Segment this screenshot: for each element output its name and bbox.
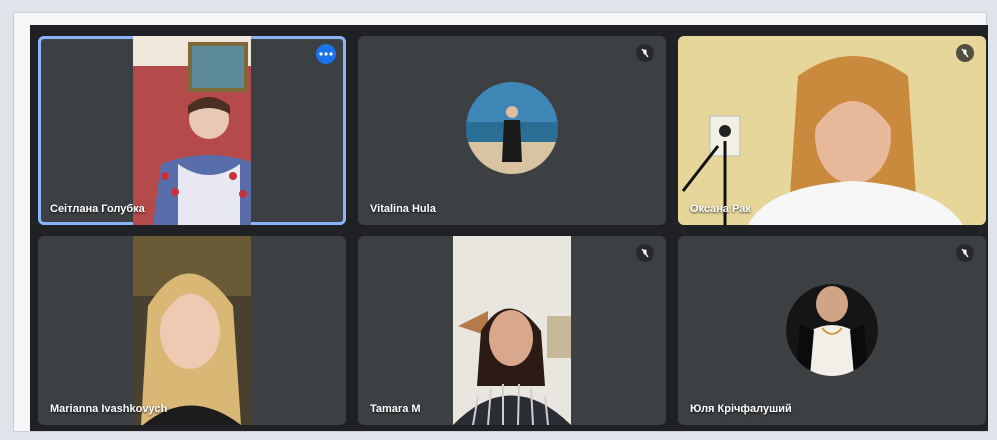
participant-avatar <box>466 82 558 174</box>
participant-name: Marianna Ivashkovych <box>50 403 168 415</box>
mic-off-icon <box>636 244 654 262</box>
mic-off-icon <box>636 44 654 62</box>
participant-video <box>133 236 251 425</box>
participant-name: Юля Крічфалуший <box>690 403 792 415</box>
participant-name: Tamara M <box>370 403 421 415</box>
participant-video <box>453 236 571 425</box>
participant-name: Сеітлана Голубка <box>50 203 145 215</box>
participant-name: Оксана Рак <box>690 203 751 215</box>
mic-off-icon <box>956 244 974 262</box>
participant-video <box>678 36 986 225</box>
participant-tile[interactable]: Marianna Ivashkovych <box>38 236 346 425</box>
participant-tile[interactable]: Оксана Рак <box>678 36 986 225</box>
participant-name: Vitalina Hula <box>370 203 436 215</box>
participant-tile[interactable]: Vitalina Hula <box>358 36 666 225</box>
participant-tile[interactable]: Сеітлана Голубка <box>38 36 346 225</box>
more-options-icon[interactable] <box>316 44 336 64</box>
participant-video <box>133 36 251 225</box>
participant-avatar <box>786 284 878 376</box>
mic-off-icon <box>956 44 974 62</box>
participant-tile[interactable]: Tamara M <box>358 236 666 425</box>
participant-tile[interactable]: Юля Крічфалуший <box>678 236 986 425</box>
